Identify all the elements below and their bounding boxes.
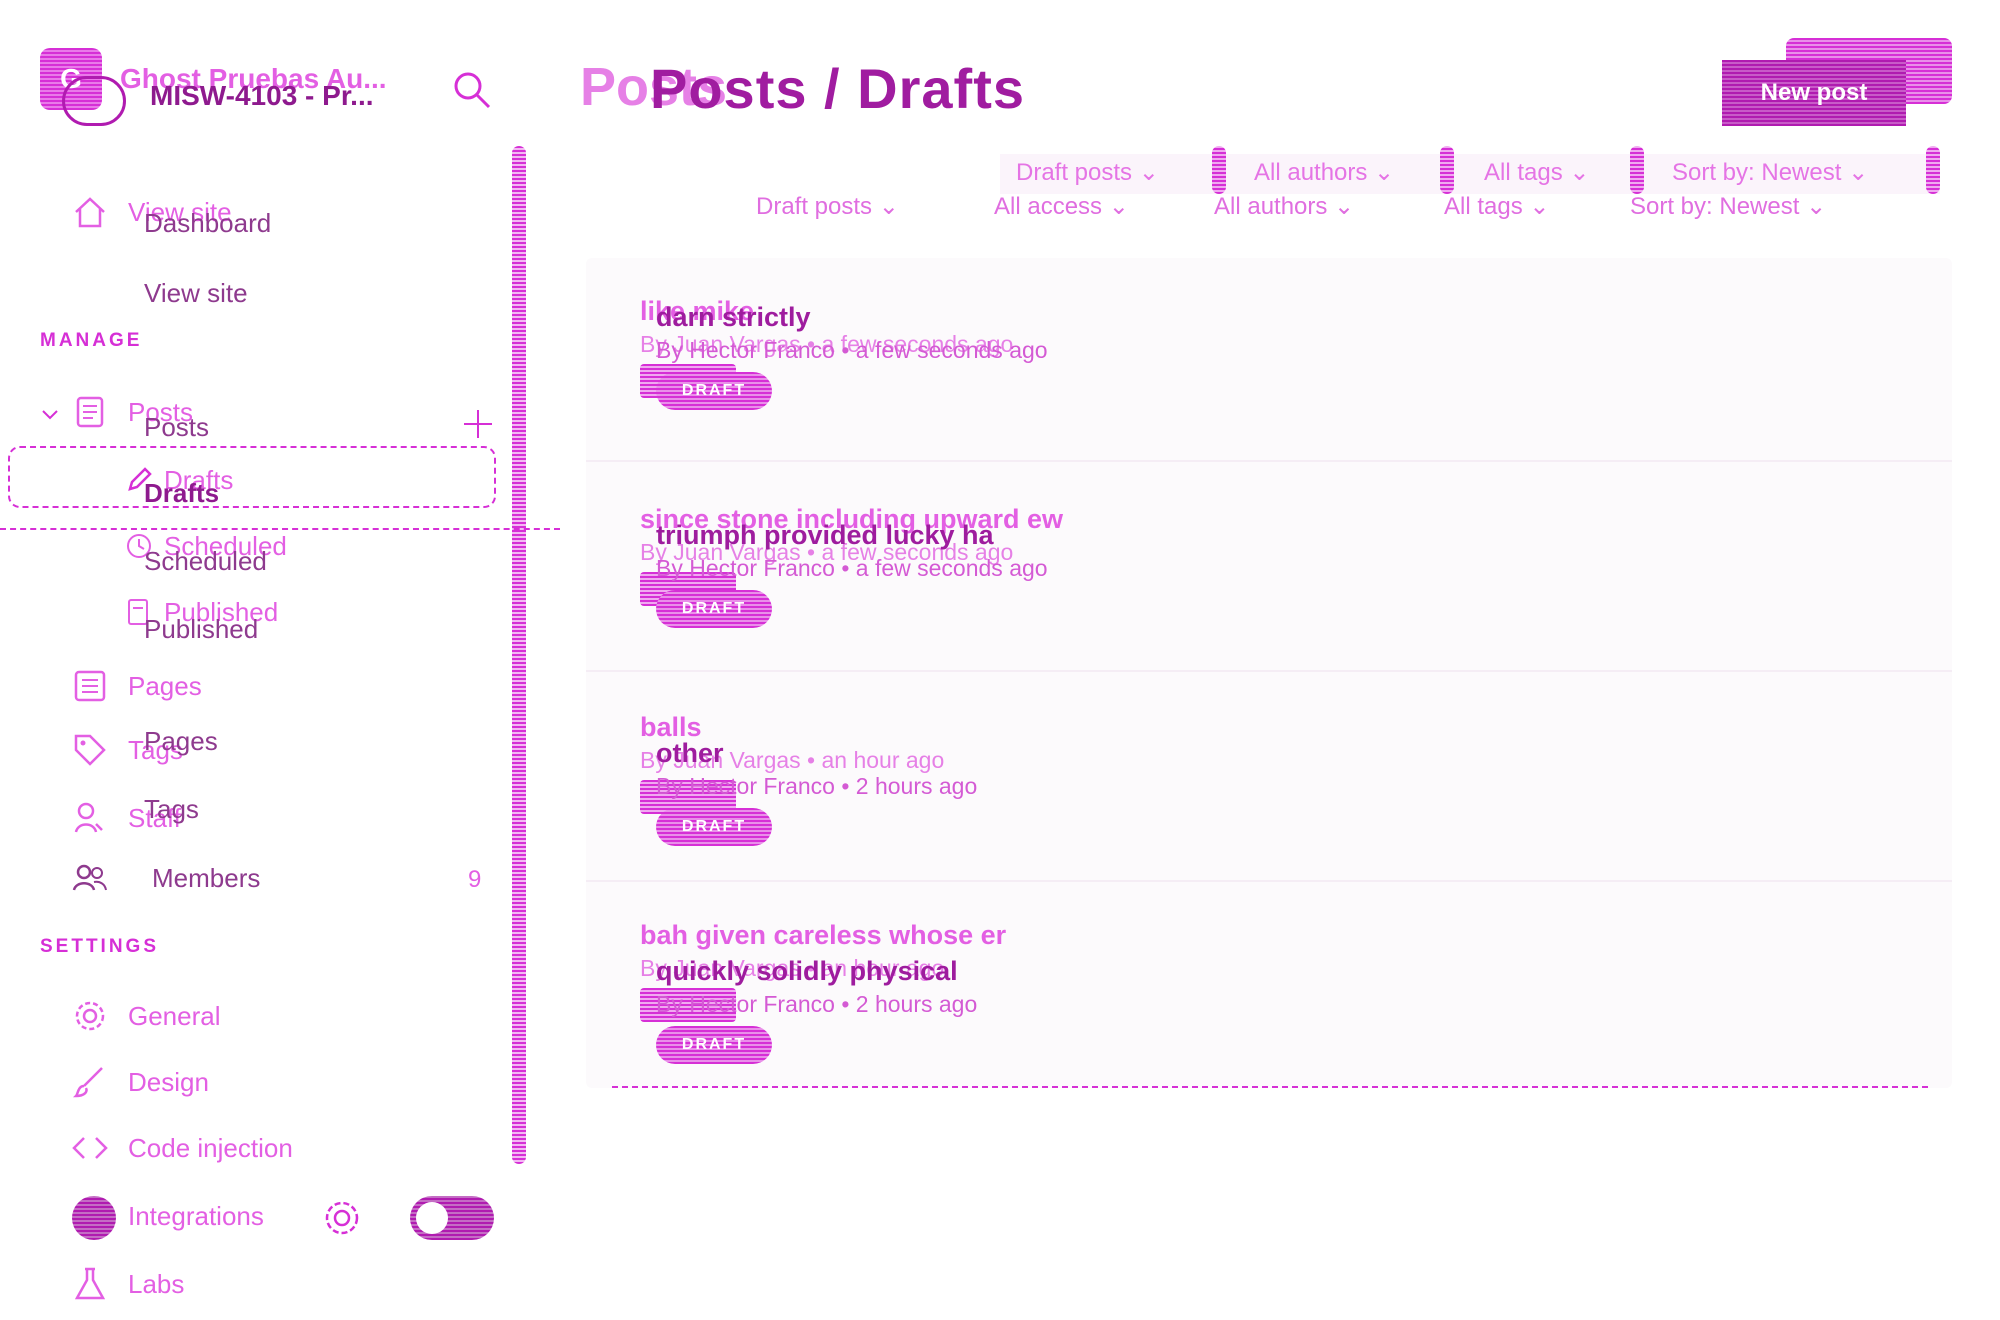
- status-badge: DRAFT: [656, 1026, 772, 1064]
- post-title: quickly solidly physical: [656, 956, 958, 986]
- list-item[interactable]: darn strictly By Hector Franco • a few s…: [656, 302, 1048, 410]
- sidebar-item-members[interactable]: Members: [72, 856, 260, 900]
- sidebar-item-tags[interactable]: Tags: [144, 794, 199, 825]
- filter-type[interactable]: Draft posts ⌄: [756, 192, 899, 221]
- sidebar-item-drafts[interactable]: Drafts: [144, 478, 219, 509]
- post-meta: By Hector Franco • 2 hours ago: [656, 773, 978, 799]
- filter-divider: [1212, 146, 1226, 194]
- sidebar-item-label: Pages: [128, 670, 202, 701]
- home-icon: [72, 194, 108, 230]
- chevron-down-icon[interactable]: [40, 404, 60, 424]
- sidebar-item-dashboard[interactable]: Dashboard: [144, 208, 271, 239]
- post-title: triumph provided lucky ha: [656, 520, 994, 550]
- filter-divider: [1630, 146, 1644, 194]
- sidebar-item-general[interactable]: General: [72, 994, 221, 1038]
- status-badge: DRAFT: [656, 808, 772, 846]
- list-bottom-divider: [612, 1086, 1928, 1088]
- list-item[interactable]: triumph provided lucky ha By Hector Fran…: [656, 520, 1048, 628]
- brush-icon: [72, 1064, 108, 1100]
- sidebar-item-pages[interactable]: Pages: [144, 726, 218, 757]
- sidebar-item-design[interactable]: Design: [72, 1060, 209, 1104]
- sidebar-item-label: Members: [152, 862, 261, 893]
- filter-type[interactable]: Draft posts ⌄: [1016, 158, 1159, 187]
- sidebar-item-label: Labs: [128, 1268, 185, 1299]
- sidebar-item-label: Design: [128, 1066, 209, 1097]
- add-post-icon[interactable]: [462, 408, 494, 440]
- sidebar-item-pages[interactable]: Pages: [72, 664, 202, 708]
- flask-icon: [72, 1266, 108, 1302]
- toggle-knob: [416, 1202, 448, 1234]
- avatar[interactable]: [72, 1196, 116, 1240]
- search-icon[interactable]: [452, 70, 492, 110]
- filter-divider: [1440, 146, 1454, 194]
- post-meta: By Hector Franco • a few seconds ago: [656, 337, 1048, 363]
- sidebar-item-scheduled[interactable]: Scheduled: [144, 546, 267, 577]
- gear-icon: [72, 998, 108, 1034]
- members-count: 9: [468, 866, 482, 893]
- logo-ring: [62, 76, 126, 126]
- posts-icon: [72, 394, 108, 430]
- sidebar-item-published[interactable]: Published: [144, 614, 258, 645]
- list-item[interactable]: other By Hector Franco • 2 hours ago DRA…: [656, 738, 977, 846]
- active-nav-highlight: [8, 446, 496, 508]
- sidebar-item-label: General: [128, 1000, 221, 1031]
- sidebar-footer: [72, 1190, 502, 1246]
- pages-icon: [72, 668, 108, 704]
- row-divider: [586, 670, 1952, 672]
- post-title: other: [656, 738, 724, 768]
- filter-author[interactable]: All authors ⌄: [1254, 158, 1394, 187]
- status-badge: DRAFT: [656, 372, 772, 410]
- sidebar-item-labs[interactable]: Labs: [72, 1262, 184, 1306]
- site-subtitle: MISW-4103 - Pr...: [150, 80, 374, 111]
- members-icon: [72, 860, 108, 896]
- tag-icon: [72, 732, 108, 768]
- filter-sort[interactable]: Sort by: Newest ⌄: [1672, 158, 1868, 187]
- staff-icon: [72, 800, 108, 836]
- post-title: bah given careless whose er: [640, 920, 1007, 950]
- filter-access[interactable]: All access ⌄: [994, 192, 1129, 221]
- sidebar-item-label: Code injection: [128, 1132, 293, 1163]
- filter-divider: [1926, 146, 1940, 194]
- post-title: darn strictly: [656, 302, 811, 332]
- sidebar-item-view-site[interactable]: View site: [144, 278, 248, 309]
- filter-tags[interactable]: All tags ⌄: [1444, 192, 1549, 221]
- filter-tags[interactable]: All tags ⌄: [1484, 158, 1589, 187]
- new-post-button[interactable]: New post: [1722, 60, 1906, 126]
- filter-sort[interactable]: Sort by: Newest ⌄: [1630, 192, 1826, 221]
- list-item[interactable]: quickly solidly physical By Hector Franc…: [656, 956, 977, 1064]
- sidebar-scrollbar[interactable]: [512, 146, 526, 1164]
- sidebar-item-code-injection[interactable]: Code injection: [72, 1126, 293, 1170]
- post-meta: By Hector Franco • 2 hours ago: [656, 991, 978, 1017]
- status-badge: DRAFT: [656, 590, 772, 628]
- divider: [0, 528, 560, 530]
- section-manage: MANAGE: [40, 330, 143, 351]
- row-divider: [586, 880, 1952, 882]
- sidebar-item-posts[interactable]: Posts: [144, 412, 209, 443]
- gear-icon[interactable]: [322, 1198, 362, 1238]
- post-meta: By Hector Franco • a few seconds ago: [656, 555, 1048, 581]
- filter-author[interactable]: All authors ⌄: [1214, 192, 1354, 221]
- row-divider: [586, 460, 1952, 462]
- section-settings: SETTINGS: [40, 936, 160, 957]
- code-icon: [72, 1130, 108, 1166]
- page-title-overlay: Posts / Drafts: [650, 57, 1025, 120]
- dark-mode-toggle[interactable]: [410, 1196, 494, 1240]
